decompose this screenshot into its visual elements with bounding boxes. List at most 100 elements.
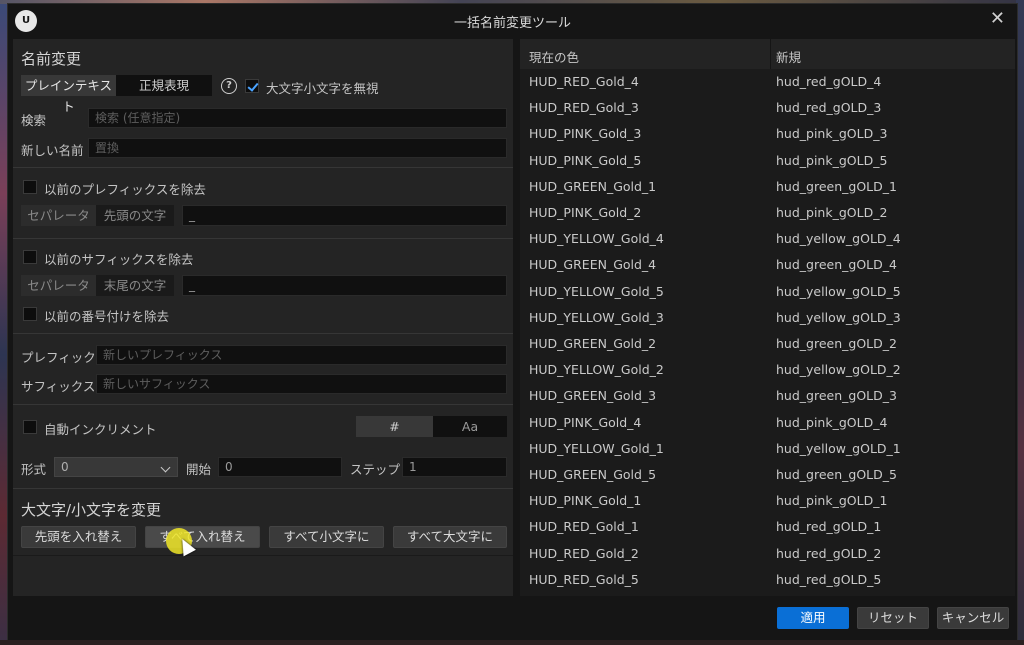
table-row[interactable]: HUD_GREEN_Gold_2 hud_green_gOLD_2 <box>520 331 1015 357</box>
prefix-label: プレフィック. <box>21 350 100 365</box>
new-name-cell: hud_yellow_gOLD_4 <box>776 231 901 247</box>
table-row[interactable]: HUD_RED_Gold_4 hud_red_gOLD_4 <box>520 69 1015 95</box>
rename-options-panel: 名前変更 プレインテキスト 正規表現 ? 大文字小文字を無視 検索 検索 (任意… <box>13 39 513 596</box>
table-row[interactable]: HUD_RED_Gold_3 hud_red_gOLD_3 <box>520 95 1015 121</box>
new-name-cell: hud_pink_gOLD_1 <box>776 493 888 509</box>
new-name-cell: hud_yellow_gOLD_1 <box>776 440 901 456</box>
rename-preview-table: 現在の色 新規 HUD_RED_Gold_4 hud_red_gOLD_4 HUD_… <box>520 39 1015 596</box>
new-suffix-input[interactable]: 新しいサフィックス <box>96 374 507 394</box>
prefix-separator-tab[interactable]: セパレータ <box>21 205 96 226</box>
apply-button[interactable]: 適用 <box>777 607 849 629</box>
remove-numbering-label: 以前の番号付けを除去 <box>44 309 170 324</box>
current-name-cell: HUD_PINK_Gold_4 <box>529 414 642 430</box>
table-row[interactable]: HUD_RED_Gold_2 hud_red_gOLD_2 <box>520 541 1015 567</box>
column-header-new[interactable]: 新規 <box>776 47 801 66</box>
current-name-cell: HUD_RED_Gold_4 <box>529 74 639 89</box>
prefix-leading-chars-tab[interactable]: 先頭の文字 <box>96 205 174 226</box>
table-row[interactable]: HUD_YELLOW_Gold_4 hud_yellow_gOLD_4 <box>520 226 1015 252</box>
remove-prefix-label: 以前のプレフィックスを除去 <box>44 182 206 197</box>
prefix-separator-input[interactable]: _ <box>182 205 507 226</box>
remove-prefix-checkbox[interactable] <box>23 180 37 194</box>
current-name-cell: HUD_YELLOW_Gold_3 <box>529 309 664 325</box>
format-dropdown[interactable]: 0 <box>54 457 178 477</box>
new-name-cell: hud_pink_gOLD_5 <box>776 152 888 168</box>
table-row[interactable]: HUD_GREEN_Gold_3 hud_green_gOLD_3 <box>520 383 1015 409</box>
remove-suffix-checkbox[interactable] <box>23 250 37 264</box>
new-name-cell: hud_yellow_gOLD_2 <box>776 362 901 378</box>
new-name-label: 新しい名前 <box>21 143 84 158</box>
suffix-trailing-chars-tab[interactable]: 末尾の文字 <box>96 275 174 296</box>
column-divider[interactable] <box>770 39 771 69</box>
chevron-down-icon <box>160 462 171 473</box>
new-name-cell: hud_red_gOLD_4 <box>776 74 882 89</box>
current-name-cell: HUD_YELLOW_Gold_5 <box>529 283 664 299</box>
step-input[interactable]: 1 <box>402 457 507 477</box>
search-input[interactable]: 検索 (任意指定) <box>88 108 507 128</box>
current-name-cell: HUD_GREEN_Gold_2 <box>529 336 657 351</box>
table-row[interactable]: HUD_PINK_Gold_5 hud_pink_gOLD_5 <box>520 148 1015 174</box>
new-name-cell: hud_green_gOLD_5 <box>776 467 897 482</box>
mode-plain-text-tab[interactable]: プレインテキスト <box>21 75 116 114</box>
mode-regex-tab[interactable]: 正規表現 <box>116 75 212 96</box>
current-name-cell: HUD_GREEN_Gold_1 <box>529 178 657 194</box>
suffix-separator-tab[interactable]: セパレータ <box>21 275 96 296</box>
format-dropdown-value: 0 <box>61 460 69 474</box>
new-name-cell: hud_pink_gOLD_4 <box>776 414 888 430</box>
desktop-background-bottom <box>0 640 1024 645</box>
current-name-cell: HUD_YELLOW_Gold_1 <box>529 440 664 456</box>
new-prefix-input[interactable]: 新しいプレフィックス <box>96 345 507 365</box>
close-icon[interactable]: ✕ <box>990 8 1005 29</box>
divider <box>13 488 513 489</box>
window-title: 一括名前変更ツール <box>453 16 571 31</box>
remove-numbering-checkbox[interactable] <box>23 307 37 321</box>
swap-first-case-button[interactable]: 先頭を入れ替え <box>21 526 136 548</box>
new-name-cell: hud_pink_gOLD_3 <box>776 126 888 142</box>
ignore-case-label: 大文字小文字を無視 <box>266 81 379 96</box>
start-label: 開始 <box>186 462 212 477</box>
cancel-button[interactable]: キャンセル <box>937 607 1009 629</box>
start-input[interactable]: 0 <box>218 457 342 477</box>
new-name-cell: hud_pink_gOLD_2 <box>776 205 888 220</box>
all-uppercase-button[interactable]: すべて大文字に <box>393 526 507 548</box>
current-name-cell: HUD_PINK_Gold_3 <box>529 126 642 142</box>
table-header: 現在の色 新規 <box>520 39 1015 69</box>
current-name-cell: HUD_PINK_Gold_1 <box>529 493 642 509</box>
current-name-cell: HUD_RED_Gold_2 <box>529 545 639 561</box>
table-row[interactable]: HUD_GREEN_Gold_1 hud_green_gOLD_1 <box>520 174 1015 200</box>
rename-section-title: 名前変更 <box>21 50 82 68</box>
reset-button[interactable]: リセット <box>857 607 929 629</box>
current-name-cell: HUD_PINK_Gold_2 <box>529 205 642 220</box>
new-name-cell: hud_green_gOLD_4 <box>776 257 897 273</box>
current-name-cell: HUD_PINK_Gold_5 <box>529 152 642 168</box>
table-row[interactable]: HUD_YELLOW_Gold_5 hud_yellow_gOLD_5 <box>520 279 1015 305</box>
table-row[interactable]: HUD_GREEN_Gold_5 hud_green_gOLD_5 <box>520 462 1015 488</box>
table-row[interactable]: HUD_PINK_Gold_3 hud_pink_gOLD_3 <box>520 121 1015 147</box>
increment-numeric-toggle[interactable]: # <box>356 416 433 437</box>
ignore-case-checkbox[interactable] <box>245 79 259 93</box>
table-row[interactable]: HUD_YELLOW_Gold_1 hud_yellow_gOLD_1 <box>520 436 1015 462</box>
new-name-cell: hud_green_gOLD_1 <box>776 178 897 194</box>
dialog-footer: 適用 リセット キャンセル <box>8 596 1017 640</box>
divider <box>13 167 513 168</box>
new-name-cell: hud_red_gOLD_3 <box>776 100 882 116</box>
table-row[interactable]: HUD_PINK_Gold_1 hud_pink_gOLD_1 <box>520 488 1015 514</box>
table-row[interactable]: HUD_YELLOW_Gold_3 hud_yellow_gOLD_3 <box>520 305 1015 331</box>
column-header-current[interactable]: 現在の色 <box>529 47 579 66</box>
suffix-separator-input[interactable]: _ <box>182 275 507 296</box>
current-name-cell: HUD_YELLOW_Gold_2 <box>529 362 664 378</box>
table-row[interactable]: HUD_GREEN_Gold_4 hud_green_gOLD_4 <box>520 252 1015 278</box>
swap-all-case-button[interactable]: すべて入れ替え <box>145 526 260 548</box>
table-row[interactable]: HUD_PINK_Gold_4 hud_pink_gOLD_4 <box>520 410 1015 436</box>
auto-increment-checkbox[interactable] <box>23 420 37 434</box>
title-bar[interactable]: U 一括名前変更ツール ✕ <box>8 4 1017 38</box>
current-name-cell: HUD_GREEN_Gold_5 <box>529 467 657 482</box>
increment-alpha-toggle[interactable]: Aa <box>433 416 507 437</box>
table-row[interactable]: HUD_YELLOW_Gold_2 hud_yellow_gOLD_2 <box>520 357 1015 383</box>
table-row[interactable]: HUD_RED_Gold_5 hud_red_gOLD_5 <box>520 567 1015 593</box>
all-lowercase-button[interactable]: すべて小文字に <box>269 526 384 548</box>
new-name-cell: hud_red_gOLD_5 <box>776 571 882 587</box>
new-name-input[interactable]: 置換 <box>88 138 507 158</box>
help-icon[interactable]: ? <box>221 78 237 94</box>
table-row[interactable]: HUD_PINK_Gold_2 hud_pink_gOLD_2 <box>520 200 1015 226</box>
table-row[interactable]: HUD_RED_Gold_1 hud_red_gOLD_1 <box>520 514 1015 540</box>
